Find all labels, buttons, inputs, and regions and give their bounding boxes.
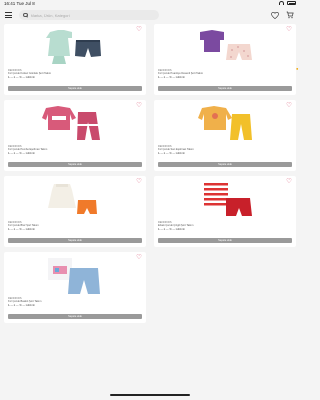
favorite-heart-icon[interactable]: ♡ <box>136 178 142 185</box>
product-card[interactable]: ♡ DENOKIDS Kız Çocuk Baskılı Şort Takım … <box>4 252 146 323</box>
product-image[interactable] <box>184 26 266 68</box>
product-price: ₺ — ₺ — % — indirimli <box>8 303 35 307</box>
product-price: ₺ — ₺ — % — indirimli <box>8 151 35 155</box>
search-input[interactable] <box>30 12 141 18</box>
favorite-heart-icon[interactable]: ♡ <box>286 26 292 33</box>
product-meta: DENOKIDS Erkek Çocuk Çizgili Şort Takım … <box>158 221 292 231</box>
product-image[interactable] <box>34 254 116 296</box>
favorite-heart-icon[interactable]: ♡ <box>136 254 142 261</box>
product-card[interactable]: ♡ DENOKIDS Kız Çocuk Kolsuz Gömlek Şort … <box>4 24 146 95</box>
favorite-heart-icon[interactable]: ♡ <box>136 26 142 33</box>
side-indicator-dot: ● <box>296 66 299 71</box>
battery-icon <box>287 1 296 5</box>
product-price: ₺ — ₺ — % — indirimli <box>8 227 35 231</box>
product-image[interactable] <box>34 178 116 220</box>
product-meta: DENOKIDS Kız Çocuk Sarı Eşofman Takım ₺ … <box>158 145 292 155</box>
product-price: ₺ — ₺ — % — indirimli <box>8 75 35 79</box>
status-time: 16:41 Tue Jul 8 <box>4 1 35 6</box>
add-to-cart-button[interactable]: Sepete ekle <box>158 238 292 243</box>
favorite-heart-icon[interactable]: ♡ <box>286 102 292 109</box>
product-card[interactable]: ♡ DENOKIDS Kız Çocuk Sarı Eşofman Takım … <box>154 100 296 171</box>
product-image[interactable] <box>184 178 266 220</box>
add-to-cart-button[interactable]: Sepete ekle <box>8 238 142 243</box>
add-to-cart-button[interactable]: Sepete ekle <box>8 86 142 91</box>
hamburger-menu-icon[interactable] <box>5 12 12 18</box>
status-bar: 16:41 Tue Jul 8 <box>0 0 300 8</box>
status-icons <box>279 1 296 5</box>
product-meta: DENOKIDS Kız Çocuk Puantiye Desenli Şort… <box>158 69 292 79</box>
favorites-heart-icon[interactable] <box>271 11 279 19</box>
add-to-cart-button[interactable]: Sepete ekle <box>8 314 142 319</box>
product-price: ₺ — ₺ — % — indirimli <box>158 75 185 79</box>
product-card[interactable]: ♡ DENOKIDS Erkek Çocuk Çizgili Şort Takı… <box>154 176 296 247</box>
product-card[interactable]: ♡ DENOKIDS Kız Çocuk Pembe Eşofman Takım… <box>4 100 146 171</box>
product-card[interactable]: ♡ DENOKIDS Kız Çocuk Puantiye Desenli Şo… <box>154 24 296 95</box>
add-to-cart-button[interactable]: Sepete ekle <box>158 86 292 91</box>
product-image[interactable] <box>34 26 116 68</box>
add-to-cart-button[interactable]: Sepete ekle <box>158 162 292 167</box>
home-indicator[interactable] <box>110 394 190 396</box>
product-price: ₺ — ₺ — % — indirimli <box>158 151 185 155</box>
product-meta: DENOKIDS Kız Çocuk Kolsuz Gömlek Şort Ta… <box>8 69 142 79</box>
top-navigation-bar <box>0 8 300 24</box>
search-icon <box>23 12 28 18</box>
search-bar[interactable] <box>19 10 159 20</box>
product-image[interactable] <box>184 102 266 144</box>
product-card[interactable]: ♡ DENOKIDS Kız Çocuk Bluz Şort Takım ₺ —… <box>4 176 146 247</box>
cart-icon[interactable] <box>286 11 294 19</box>
favorite-heart-icon[interactable]: ♡ <box>136 102 142 109</box>
product-meta: DENOKIDS Kız Çocuk Pembe Eşofman Takım ₺… <box>8 145 142 155</box>
product-meta: DENOKIDS Kız Çocuk Baskılı Şort Takım ₺ … <box>8 297 142 307</box>
wifi-icon <box>279 1 284 5</box>
favorite-heart-icon[interactable]: ♡ <box>286 178 292 185</box>
add-to-cart-button[interactable]: Sepete ekle <box>8 162 142 167</box>
product-price: ₺ — ₺ — % — indirimli <box>158 227 185 231</box>
product-image[interactable] <box>34 102 116 144</box>
product-meta: DENOKIDS Kız Çocuk Bluz Şort Takım ₺ — ₺… <box>8 221 142 231</box>
